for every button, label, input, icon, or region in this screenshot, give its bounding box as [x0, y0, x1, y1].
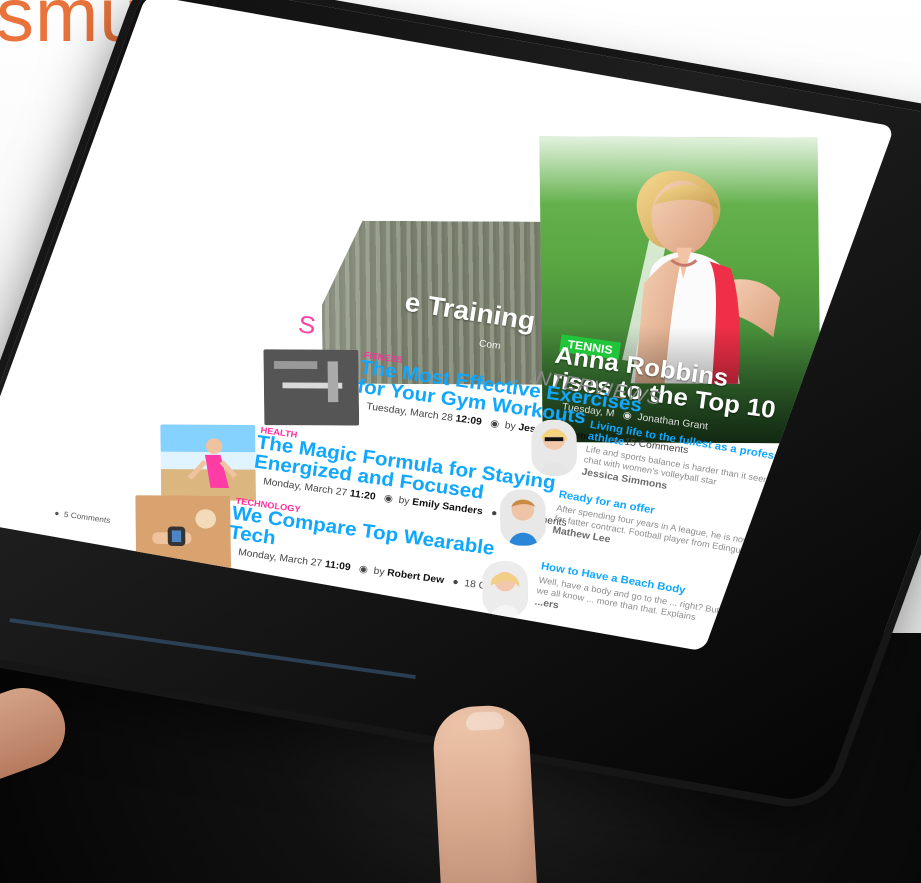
author-prefix: by	[397, 495, 411, 508]
comment-icon: ●	[446, 575, 463, 589]
left-comment-count[interactable]: 5 Comments	[63, 510, 111, 525]
user-icon: ◉	[377, 492, 397, 506]
section-heading-fragment: S	[296, 310, 318, 340]
comment-icon: ●	[484, 507, 501, 520]
user-icon: ◉	[483, 417, 503, 431]
photo-scene: smus OTHERS e Training Com	[0, 0, 921, 883]
gym-image	[263, 349, 360, 426]
avatar	[531, 419, 578, 477]
story-time: 11:20	[349, 488, 377, 503]
left-comment-fragment: ● 5 Comments	[54, 509, 111, 525]
story-time: 11:09	[324, 559, 352, 574]
story-time: 12:09	[454, 413, 483, 428]
author-prefix: by	[372, 565, 386, 578]
avatar	[482, 561, 529, 618]
author-prefix: by	[504, 420, 517, 433]
beach-image	[160, 424, 256, 501]
interview-item[interactable]: Living life to the fullest as a professi…	[531, 419, 807, 499]
comment-icon: ●	[53, 508, 63, 519]
avatar	[499, 489, 546, 546]
screen-content: OTHERS e Training Com	[31, 54, 821, 622]
fingernail	[465, 711, 505, 731]
user-icon: ◉	[352, 563, 372, 577]
interview-item[interactable]: Ready for an offer After spending four y…	[499, 489, 776, 568]
pointing-finger	[431, 703, 539, 883]
